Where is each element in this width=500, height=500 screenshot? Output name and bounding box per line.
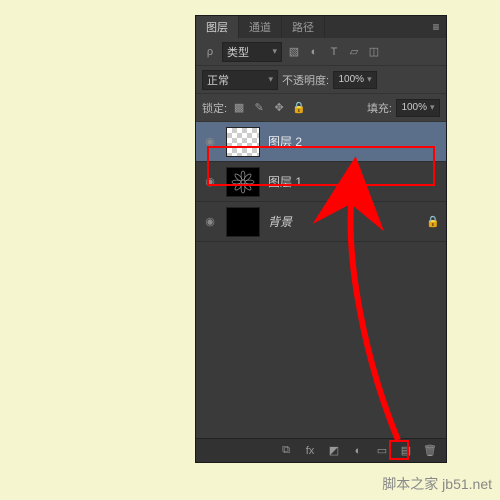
filter-kind-label: 类型 [227, 44, 249, 60]
search-kind-icon: ρ [202, 44, 218, 60]
panel-tabs: 图层 通道 路径 ≡ [196, 16, 446, 38]
layer-thumbnail[interactable] [226, 167, 260, 197]
opacity-label: 不透明度: [282, 72, 329, 88]
opacity-input[interactable]: 100% ▾ [333, 71, 377, 89]
visibility-toggle[interactable]: ◉ [202, 214, 218, 230]
fill-input[interactable]: 100% ▾ [396, 99, 440, 117]
filter-shape-icon[interactable]: ▱ [346, 44, 362, 60]
chevron-down-icon: ▾ [268, 74, 273, 85]
layer-row[interactable]: ◉ 背景 🔒 [196, 202, 446, 242]
filter-smart-icon[interactable]: ◫ [366, 44, 382, 60]
link-layers-button[interactable]: ⧉ [278, 443, 294, 459]
lock-row: 锁定: ▩ ✎ ✥ 🔒 填充: 100% ▾ [196, 94, 446, 122]
blend-row: 正常 ▾ 不透明度: 100% ▾ [196, 66, 446, 94]
blend-mode-select[interactable]: 正常 ▾ [202, 70, 278, 90]
lock-transparent-icon[interactable]: ▩ [231, 100, 247, 116]
visibility-toggle[interactable]: ◉ [202, 134, 218, 150]
filter-kind-select[interactable]: 类型 ▾ [222, 42, 282, 62]
watermark: 脚本之家 jb51.net [382, 474, 492, 494]
group-button[interactable]: ▭ [374, 443, 390, 459]
tab-channels[interactable]: 通道 [239, 16, 282, 38]
layer-name-label[interactable]: 图层 2 [268, 133, 440, 150]
visibility-toggle[interactable]: ◉ [202, 174, 218, 190]
lock-icon: 🔒 [426, 215, 440, 228]
layer-row[interactable]: ◉ 图层 1 [196, 162, 446, 202]
layer-name-label[interactable]: 图层 1 [268, 173, 440, 190]
new-layer-button[interactable]: ▤ [398, 443, 414, 459]
lock-brush-icon[interactable]: ✎ [251, 100, 267, 116]
fill-value: 100% [401, 102, 427, 113]
panel-footer: ⧉ fx ◩ ◐ ▭ ▤ 🗑 [196, 438, 446, 462]
lock-all-icon[interactable]: 🔒 [291, 100, 307, 116]
tab-paths[interactable]: 路径 [282, 16, 325, 38]
layer-thumbnail[interactable] [226, 127, 260, 157]
layers-panel: 图层 通道 路径 ≡ ρ 类型 ▾ ▧ ◐ T ▱ ◫ 正常 ▾ 不透明度: 1… [195, 15, 447, 463]
fill-label: 填充: [367, 100, 392, 116]
chevron-down-icon: ▾ [272, 46, 277, 57]
filter-pixel-icon[interactable]: ▧ [286, 44, 302, 60]
layer-row[interactable]: ◉ 图层 2 [196, 122, 446, 162]
adjustment-button[interactable]: ◐ [350, 443, 366, 459]
layer-thumbnail[interactable] [226, 207, 260, 237]
tab-layers[interactable]: 图层 [196, 16, 239, 38]
lock-label: 锁定: [202, 100, 227, 116]
blend-mode-label: 正常 [207, 72, 229, 88]
filter-adjust-icon[interactable]: ◐ [306, 44, 322, 60]
filter-type-icon[interactable]: T [326, 44, 342, 60]
chevron-down-icon: ▾ [430, 102, 435, 113]
layers-list: ◉ 图层 2 ◉ [196, 122, 446, 438]
filter-row: ρ 类型 ▾ ▧ ◐ T ▱ ◫ [196, 38, 446, 66]
chevron-down-icon: ▾ [367, 74, 372, 85]
flower-icon [230, 169, 256, 195]
panel-menu-icon[interactable]: ≡ [426, 16, 446, 38]
lock-move-icon[interactable]: ✥ [271, 100, 287, 116]
layer-name-label[interactable]: 背景 [268, 213, 418, 230]
add-mask-button[interactable]: ◩ [326, 443, 342, 459]
fx-button[interactable]: fx [302, 443, 318, 459]
opacity-value: 100% [339, 74, 365, 85]
delete-button[interactable]: 🗑 [422, 443, 438, 459]
